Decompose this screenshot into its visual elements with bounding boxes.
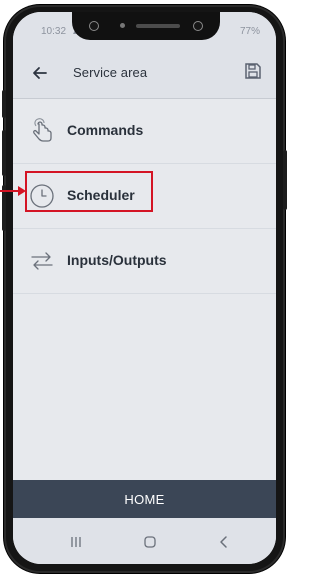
android-nav-bar — [13, 518, 276, 564]
battery-status: 77% — [239, 26, 260, 37]
save-button[interactable] — [242, 60, 264, 82]
speaker-grille — [136, 24, 180, 28]
recent-apps-button[interactable] — [67, 533, 85, 551]
arrow-left-icon — [33, 67, 47, 79]
home-button-label: HOME — [124, 491, 165, 507]
front-camera-icon — [89, 21, 99, 31]
page-title: Service area — [73, 65, 148, 80]
front-camera-icon — [193, 21, 203, 31]
app-canvas: 10:32 ▲ 77% Service area — [0, 0, 289, 576]
back-chevron-icon — [220, 536, 227, 548]
menu-item-inputs-outputs[interactable]: Inputs/Outputs — [13, 229, 276, 294]
hand-tap-icon — [26, 115, 58, 147]
phone-side-button — [283, 150, 287, 210]
menu-item-label: Commands — [67, 122, 144, 138]
menu-item-label: Inputs/Outputs — [67, 252, 167, 268]
home-button[interactable]: HOME — [13, 480, 276, 518]
menu-item-commands[interactable]: Commands — [13, 99, 276, 164]
save-icon — [245, 63, 261, 79]
back-button[interactable] — [29, 62, 51, 84]
menu-item-label: Scheduler — [67, 187, 135, 203]
annotation-arrow-icon — [0, 186, 26, 196]
recent-apps-icon — [71, 537, 81, 547]
phone-side-button — [2, 90, 6, 118]
android-back-button[interactable] — [215, 533, 233, 551]
clock-icon — [26, 180, 58, 212]
app-header: Service area — [13, 48, 276, 99]
status-time: 10:32 — [41, 26, 67, 37]
android-home-button[interactable] — [141, 533, 159, 551]
swap-arrows-icon — [26, 245, 58, 277]
home-circle-icon — [144, 536, 156, 548]
sensor-dot — [120, 23, 125, 28]
menu-list: Commands Scheduler Inputs/Outputs — [13, 99, 276, 294]
status-bar: 10:32 ▲ 77% — [13, 12, 276, 48]
phone-notch — [72, 12, 220, 40]
menu-item-scheduler[interactable]: Scheduler — [13, 164, 276, 229]
phone-screen: 10:32 ▲ 77% Service area — [13, 12, 276, 564]
phone-side-button — [2, 130, 6, 176]
